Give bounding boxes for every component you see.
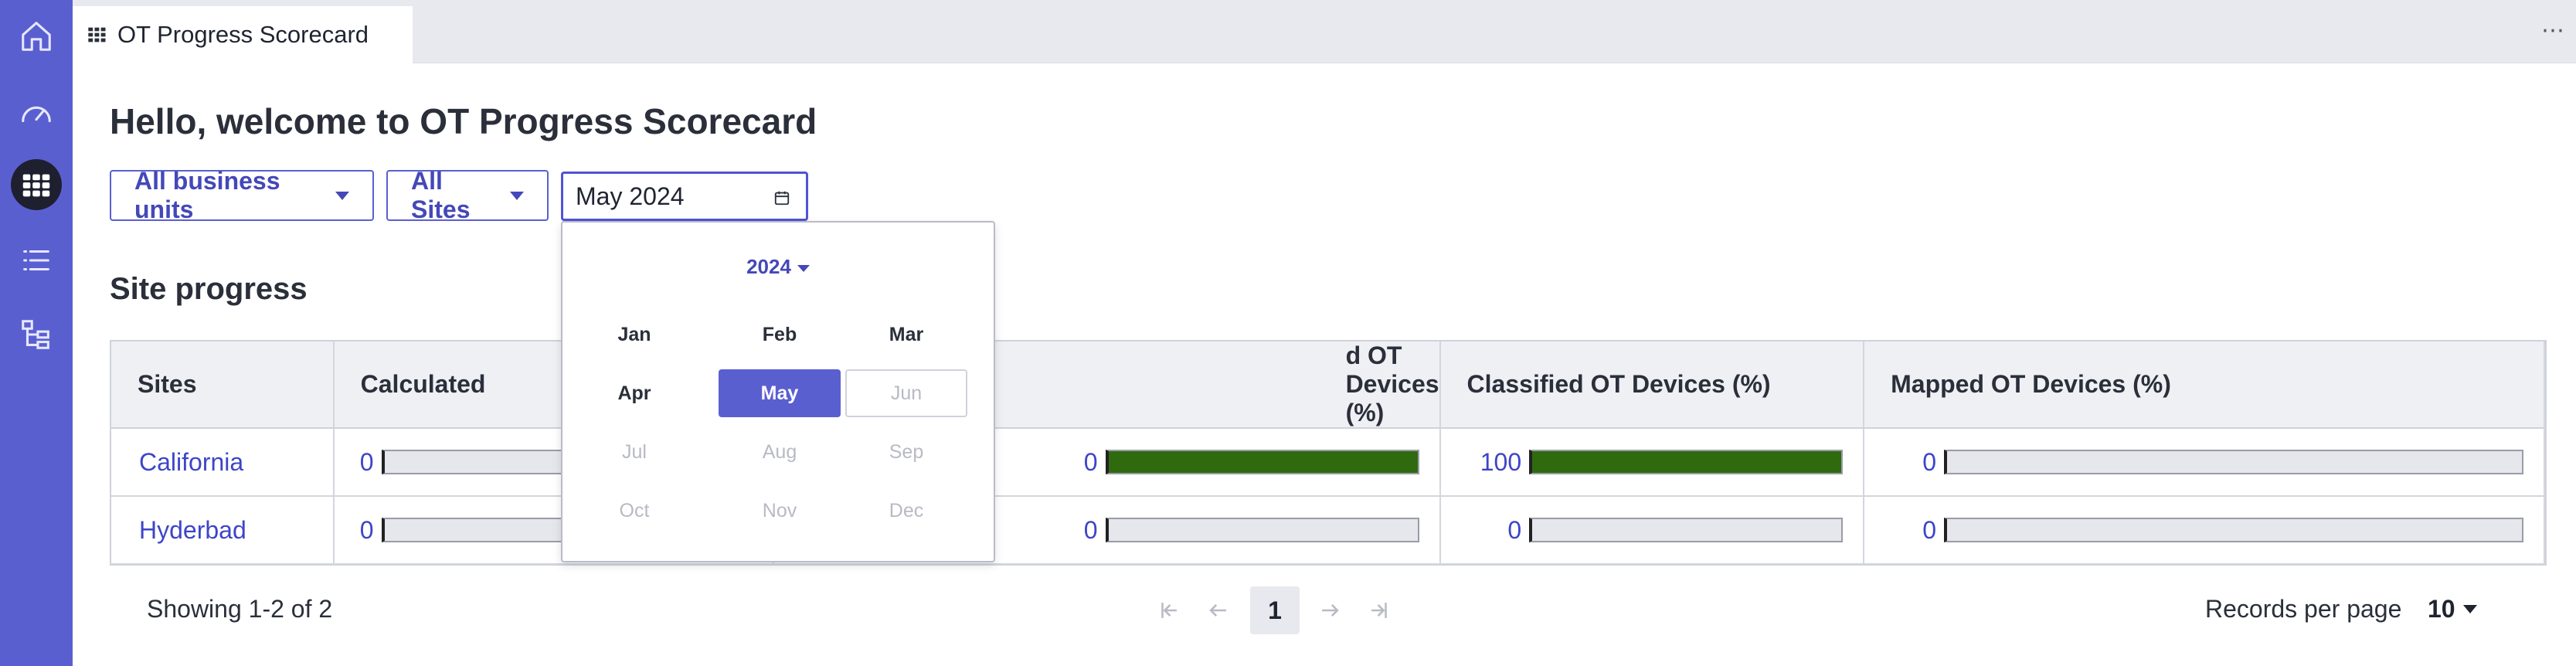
grid-icon xyxy=(88,27,106,42)
business-units-dropdown[interactable]: All business units xyxy=(110,167,374,223)
caret-down-icon xyxy=(797,264,810,272)
discovered-value[interactable]: 0 xyxy=(1082,516,1098,545)
scorecard-nav-button[interactable] xyxy=(11,159,62,210)
site-progress-table: Sites Calculated d OT Devices (%) Classi… xyxy=(110,340,2547,566)
page-number-button[interactable]: 1 xyxy=(1250,586,1300,634)
month-picker: 2024 Jan Feb Mar Apr May Jun Jul Aug Sep Oct Nov De… xyxy=(561,221,995,562)
nav-rail xyxy=(0,0,73,666)
month-option-aug: Aug xyxy=(762,440,797,463)
arrow-right-icon xyxy=(1322,604,1339,617)
last-page-button[interactable] xyxy=(1358,590,1400,631)
caret-down-icon xyxy=(335,191,349,200)
caret-down-icon xyxy=(510,191,524,200)
column-header-classified[interactable]: Classified OT Devices (%) xyxy=(1439,341,1865,429)
more-options-icon[interactable]: ⋯ xyxy=(2541,17,2565,44)
column-header-mapped[interactable]: Mapped OT Devices (%) xyxy=(1864,341,2545,429)
month-option-jan[interactable]: Jan xyxy=(573,311,695,358)
classified-cell: 0 xyxy=(1439,496,1865,565)
progress-bar xyxy=(1944,450,2523,474)
last-page-icon xyxy=(1371,603,1387,618)
sites-dropdown[interactable]: All Sites xyxy=(386,167,549,223)
table-row: Hyderbad 0 0 0 0 xyxy=(111,496,2545,565)
column-header-sites[interactable]: Sites xyxy=(111,341,335,429)
hierarchy-nav-button[interactable] xyxy=(11,309,62,360)
classified-value[interactable]: 100 xyxy=(1480,448,1521,477)
table-header-row: Sites Calculated d OT Devices (%) Classi… xyxy=(111,341,2545,429)
calculated-value[interactable]: 0 xyxy=(359,516,374,545)
month-option-mar[interactable]: Mar xyxy=(845,311,967,358)
records-per-page-label: Records per page xyxy=(2205,595,2402,623)
tree-icon xyxy=(22,320,49,349)
home-nav-button[interactable] xyxy=(11,11,62,62)
grid-icon xyxy=(22,174,50,197)
mapped-value[interactable]: 0 xyxy=(1921,516,1936,545)
calendar-icon[interactable] xyxy=(773,189,790,206)
records-summary: Showing 1-2 of 2 xyxy=(147,595,333,623)
month-option-dec: Dec xyxy=(889,499,924,522)
next-page-button[interactable] xyxy=(1309,590,1351,631)
speedometer-icon xyxy=(22,106,51,123)
tab-ot-progress-scorecard[interactable]: OT Progress Scorecard xyxy=(73,6,413,63)
classified-value[interactable]: 0 xyxy=(1506,516,1521,545)
discovered-value[interactable]: 0 xyxy=(1082,448,1098,477)
tab-label: OT Progress Scorecard xyxy=(117,21,369,48)
progress-bar-fill xyxy=(1532,451,1842,473)
previous-page-button[interactable] xyxy=(1198,590,1239,631)
month-input[interactable]: May 2024 xyxy=(561,172,808,221)
month-option-jul: Jul xyxy=(622,440,647,463)
mapped-cell: 0 xyxy=(1864,496,2545,565)
progress-bar xyxy=(1105,518,1419,542)
month-option-may[interactable]: May xyxy=(719,369,841,417)
progress-bar xyxy=(1105,450,1419,474)
tab-bar: OT Progress Scorecard ⋯ xyxy=(73,0,2576,63)
table-row: California 0 0 100 0 xyxy=(111,428,2545,497)
pagination: 1 xyxy=(1148,586,1408,635)
progress-bar-fill xyxy=(1108,451,1418,473)
first-page-button[interactable] xyxy=(1148,590,1190,631)
list-nav-button[interactable] xyxy=(11,235,62,286)
progress-bar xyxy=(1529,518,1844,542)
records-per-page-select[interactable]: 10 xyxy=(2428,595,2477,624)
classified-cell: 100 xyxy=(1439,428,1865,497)
calculated-value[interactable]: 0 xyxy=(359,448,374,477)
site-link-hyderbad[interactable]: Hyderbad xyxy=(111,496,335,565)
month-input-value: May 2024 xyxy=(576,182,685,210)
mapped-value[interactable]: 0 xyxy=(1921,448,1936,477)
month-option-jun: Jun xyxy=(845,369,967,417)
year-selector[interactable]: 2024 xyxy=(562,255,994,279)
section-title: Site progress xyxy=(110,272,308,306)
dashboard-nav-button[interactable] xyxy=(11,88,62,139)
progress-bar xyxy=(1529,450,1844,474)
page-title: Hello, welcome to OT Progress Scorecard xyxy=(110,101,817,141)
mapped-cell: 0 xyxy=(1864,428,2545,497)
first-page-icon xyxy=(1161,603,1177,618)
month-option-feb[interactable]: Feb xyxy=(719,311,841,358)
month-option-sep: Sep xyxy=(889,440,924,463)
month-option-nov: Nov xyxy=(762,499,797,522)
business-units-label: All business units xyxy=(134,167,280,223)
home-icon xyxy=(22,22,51,51)
sites-label: All Sites xyxy=(411,167,471,223)
list-icon xyxy=(23,250,49,271)
year-label: 2024 xyxy=(746,255,791,278)
site-link-california[interactable]: California xyxy=(111,428,335,497)
arrow-left-icon xyxy=(1209,604,1226,617)
month-option-apr[interactable]: Apr xyxy=(573,369,695,417)
records-per-page-value: 10 xyxy=(2428,595,2455,623)
caret-down-icon xyxy=(2462,605,2477,613)
month-option-oct: Oct xyxy=(619,499,650,522)
progress-bar xyxy=(1944,518,2523,542)
